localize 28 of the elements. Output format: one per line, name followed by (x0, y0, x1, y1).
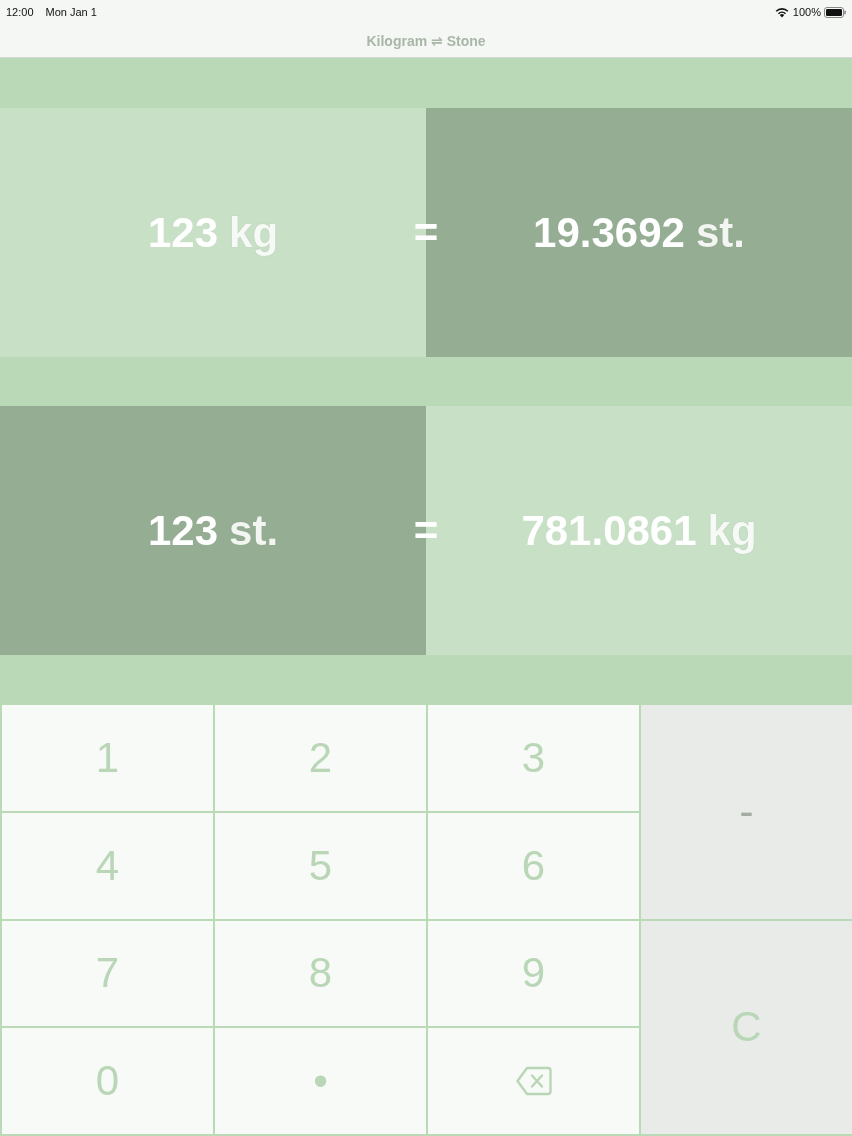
digit-key[interactable]: 8 (215, 920, 426, 1027)
input-value: 123 (147, 506, 219, 555)
digit-key[interactable]: 9 (428, 920, 639, 1027)
digit-key[interactable]: 4 (2, 812, 213, 919)
digit-key[interactable]: 7 (2, 920, 213, 1027)
minus-key[interactable]: - (641, 705, 852, 919)
battery-icon (824, 6, 846, 18)
battery-percent: 100% (792, 6, 821, 18)
input-value: 123 (147, 208, 219, 257)
decimal-key[interactable]: • (215, 1028, 426, 1134)
equals-sign: = (413, 211, 439, 254)
wifi-icon (774, 6, 789, 18)
unit-label: st. (229, 506, 279, 555)
backspace-key[interactable] (428, 1028, 639, 1134)
digit-key[interactable]: 1 (2, 705, 213, 811)
backspace-icon (515, 1066, 552, 1097)
status-date: Mon Jan 1 (45, 6, 97, 18)
status-time: 12:00 (6, 6, 34, 18)
digit-key[interactable]: 6 (428, 812, 639, 919)
nav-title: Kilogram ⇌ Stone (366, 32, 486, 49)
result-value: 19.3692 (533, 208, 685, 257)
result-value: 781.0861 (521, 506, 697, 555)
digit-key[interactable]: 3 (428, 705, 639, 811)
digit-key[interactable]: 0 (2, 1028, 213, 1134)
equals-sign: = (413, 509, 439, 552)
unit-label: st. (695, 208, 745, 257)
digit-key[interactable]: 5 (215, 812, 426, 919)
digit-key[interactable]: 2 (215, 705, 426, 811)
